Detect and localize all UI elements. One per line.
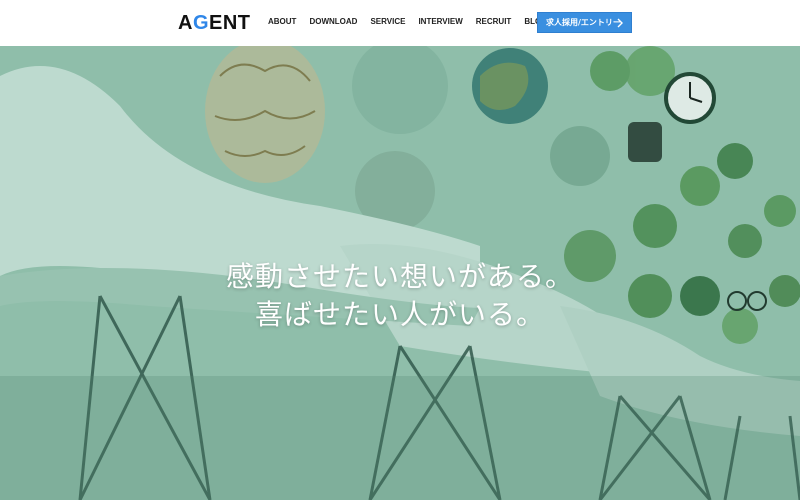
nav-recruit[interactable]: RECRUIT <box>476 17 512 26</box>
hero-section: 感動させたい想いがある。 喜ばせたい人がいる。 <box>0 46 800 500</box>
site-header: AGENT ABOUT DOWNLOAD SERVICE INTERVIEW R… <box>0 0 800 46</box>
logo[interactable]: AGENT <box>178 12 251 34</box>
hero-headline-line2: 喜ばせたい人がいる。 <box>254 298 545 331</box>
logo-accent: G <box>192 12 210 34</box>
entry-button-label: 求人採用/エントリー <box>546 18 621 27</box>
nav-service[interactable]: SERVICE <box>370 17 405 26</box>
hero-headline: 感動させたい想いがある。 喜ばせたい人がいる。 <box>0 258 800 334</box>
hero-headline-line1: 感動させたい想いがある。 <box>225 260 574 293</box>
main-nav: ABOUT DOWNLOAD SERVICE INTERVIEW RECRUIT… <box>268 17 547 26</box>
chevron-right-icon <box>617 18 623 28</box>
nav-interview[interactable]: INTERVIEW <box>418 17 462 26</box>
logo-prefix: A <box>178 12 193 34</box>
nav-about[interactable]: ABOUT <box>268 17 296 26</box>
entry-button[interactable]: 求人採用/エントリー <box>537 12 632 33</box>
nav-download[interactable]: DOWNLOAD <box>309 17 357 26</box>
logo-suffix: ENT <box>209 12 251 34</box>
